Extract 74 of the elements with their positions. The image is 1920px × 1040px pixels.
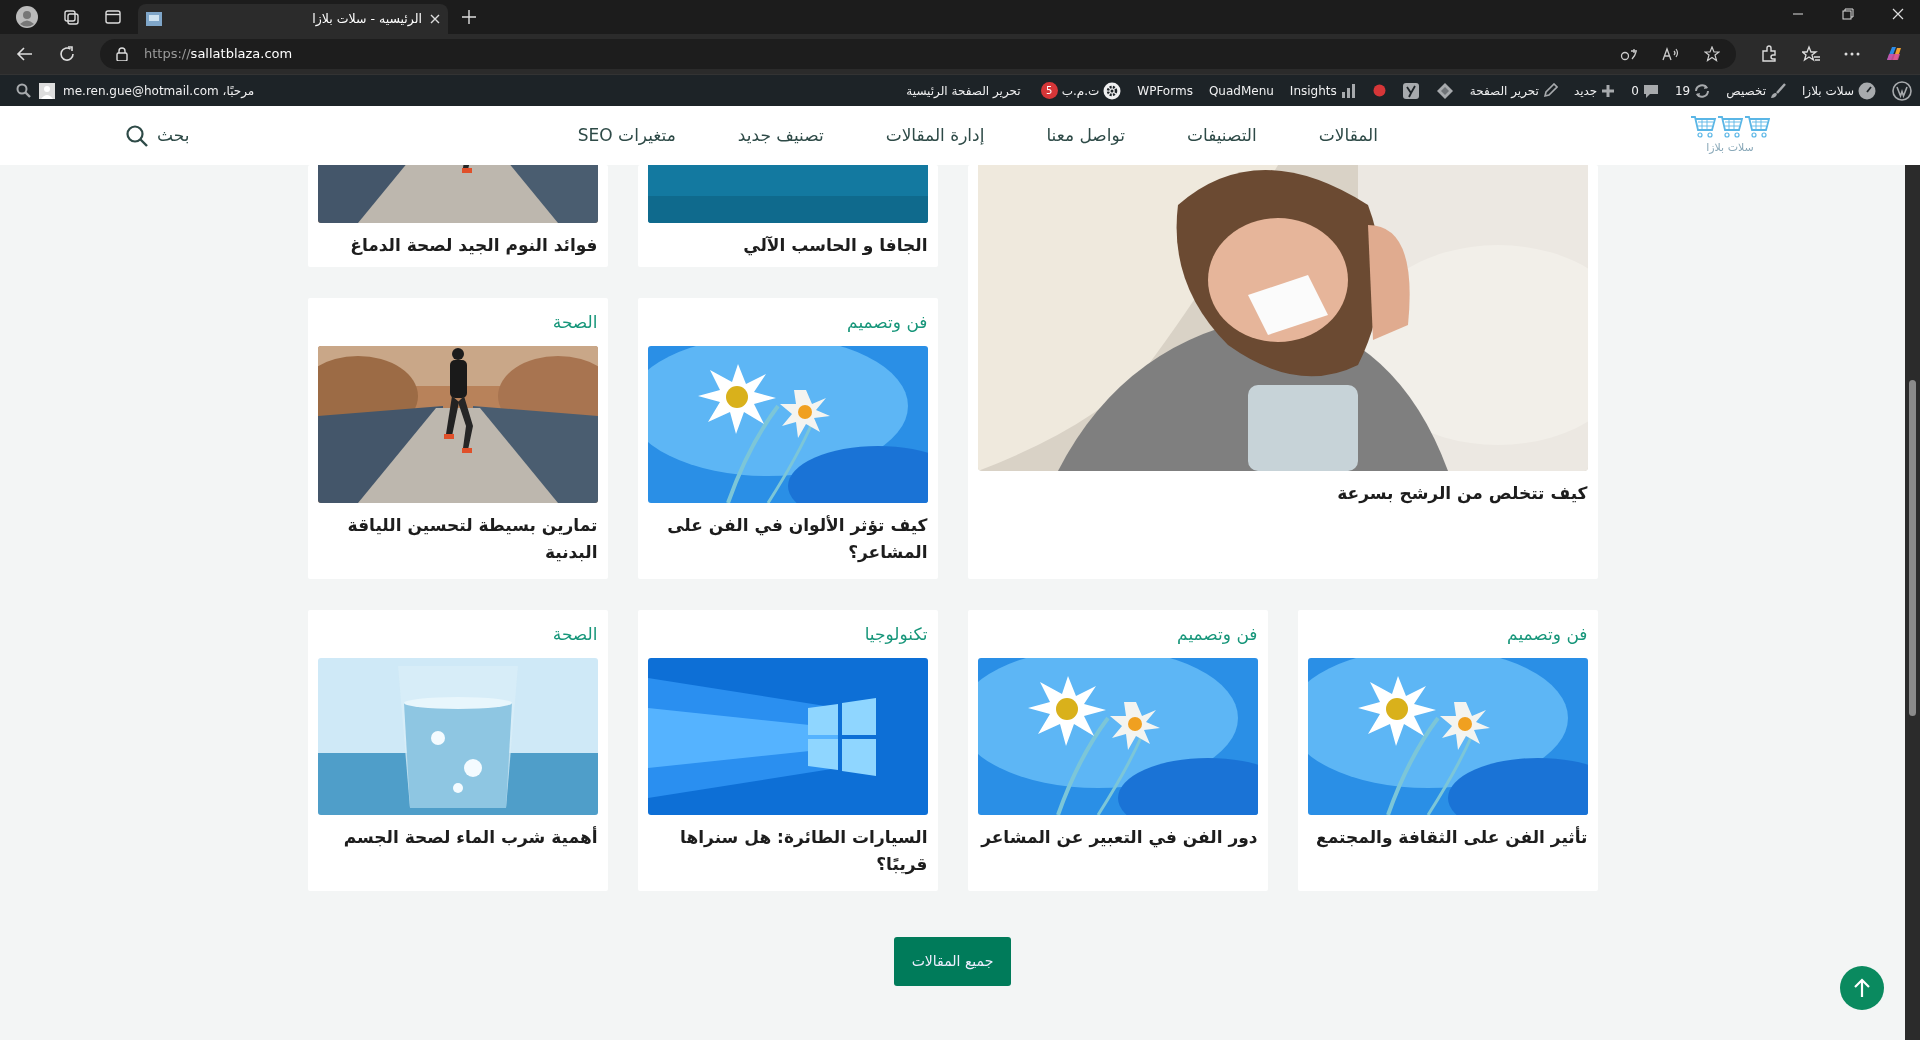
lock-icon <box>116 47 128 61</box>
post-title-link[interactable]: دور الفن في التعبير عن المشاعر <box>977 824 1258 852</box>
post-title-link[interactable]: السيارات الطائرة: هل سنراها قريبًا؟ <box>647 824 928 879</box>
record-icon[interactable] <box>1372 84 1386 97</box>
close-icon[interactable] <box>430 14 440 24</box>
arrow-up-icon <box>1853 978 1871 998</box>
post-title-link[interactable]: فوائد النوم الجيد لصحة الدماغ <box>317 232 598 260</box>
more-icon[interactable] <box>1844 52 1860 56</box>
category-link[interactable]: فن وتصميم <box>1307 622 1588 652</box>
account-link[interactable]: مرحبًا، me.ren.gue@hotmail.com <box>63 81 255 100</box>
read-aloud-icon[interactable] <box>1662 47 1680 61</box>
toolbar-link[interactable]: WPForms <box>1137 81 1193 100</box>
avatar-icon <box>39 82 55 99</box>
favorites-icon[interactable] <box>1802 45 1820 63</box>
reload-icon[interactable] <box>58 45 76 63</box>
nav-link[interactable]: إدارة المقالات <box>885 122 985 149</box>
link-label: سلات بلازا <box>1802 82 1854 100</box>
nav-link[interactable]: المقالات <box>1318 122 1378 149</box>
refresh-icon <box>1694 82 1711 99</box>
link-label: تحرير الصفحة <box>1469 82 1539 100</box>
post-title-link[interactable]: كيف تتخلص من الرشح بسرعة <box>977 480 1588 508</box>
profile-icon[interactable] <box>16 6 38 28</box>
post-title-link[interactable]: تمارين بسيطة لتحسين اللياقة البدنية <box>317 512 598 567</box>
post-title-link[interactable]: تأثير الفن على الثقافة والمجتمع <box>1307 824 1588 852</box>
dashboard-icon <box>1858 81 1876 100</box>
translate-icon[interactable] <box>1620 47 1638 61</box>
link-label: ت.م.ب <box>1061 82 1100 100</box>
close-icon[interactable] <box>1892 8 1904 20</box>
link-label: 0 <box>1631 82 1639 100</box>
scrollbar[interactable] <box>1905 165 1920 1040</box>
logo-text: سلات بلازا <box>1706 140 1754 157</box>
browser-tab[interactable]: الرئيسيه - سلات بلازا <box>138 4 448 34</box>
address-bar[interactable]: https://sallatblaza.com <box>100 39 1736 69</box>
link-label: 19 <box>1674 82 1691 100</box>
star-icon[interactable] <box>1704 46 1720 62</box>
nav-link[interactable]: تواصل معنا <box>1046 122 1125 149</box>
link-label: جديد <box>1573 82 1598 100</box>
link-label: Insights <box>1289 82 1337 100</box>
search-label[interactable]: بحث <box>157 122 190 149</box>
category-link[interactable]: فن وتصميم <box>977 622 1258 652</box>
post-title-link[interactable]: أهمية شرب الماء لصحة الجسم <box>317 824 598 852</box>
plus-icon <box>1601 83 1616 98</box>
scrollbar-thumb[interactable] <box>1909 380 1916 716</box>
brush-icon <box>1770 82 1787 99</box>
comment-icon <box>1642 82 1659 99</box>
url-text: https://sallatblaza.com <box>144 45 293 64</box>
toolbar-link[interactable]: تحرير الصفحة الرئيسية <box>906 81 1021 100</box>
all-posts-button[interactable]: جميع المقالات <box>893 937 1012 986</box>
category-link[interactable]: الصحة <box>317 310 598 340</box>
nav-link[interactable]: التصنيفات <box>1186 122 1257 149</box>
new-tab-icon[interactable] <box>462 10 476 24</box>
tab-actions-icon[interactable] <box>104 8 122 26</box>
extensions-icon[interactable] <box>1760 45 1778 63</box>
gear-icon <box>1103 81 1122 100</box>
category-link[interactable]: فن وتصميم <box>647 310 928 340</box>
category-link[interactable]: الصحة <box>317 622 598 652</box>
link-label: تخصيص <box>1726 82 1767 100</box>
post-title-link[interactable]: كيف تؤثر الألوان في الفن على المشاعر؟ <box>647 512 928 567</box>
back-to-top-button[interactable] <box>1840 966 1884 1010</box>
back-icon[interactable] <box>16 45 34 63</box>
favicon-icon <box>146 12 162 26</box>
category-link[interactable]: تكنولوجيا <box>647 622 928 652</box>
workspaces-icon[interactable] <box>62 8 80 26</box>
count-badge: 5 <box>1040 82 1058 99</box>
diamond-icon[interactable] <box>1435 81 1454 100</box>
search-icon[interactable] <box>125 123 149 148</box>
restore-icon[interactable] <box>1842 8 1854 20</box>
search-icon[interactable] <box>16 83 31 98</box>
nav-link[interactable]: متغيرات SEO <box>577 122 676 149</box>
post-title-link[interactable]: الجافا و الحاسب الآلي <box>647 232 928 260</box>
nav-link[interactable]: تصنيف جديد <box>737 122 824 149</box>
bar-chart-icon <box>1340 82 1357 99</box>
toolbar-link[interactable]: QuadMenu <box>1208 81 1274 100</box>
pencil-icon <box>1542 83 1558 98</box>
